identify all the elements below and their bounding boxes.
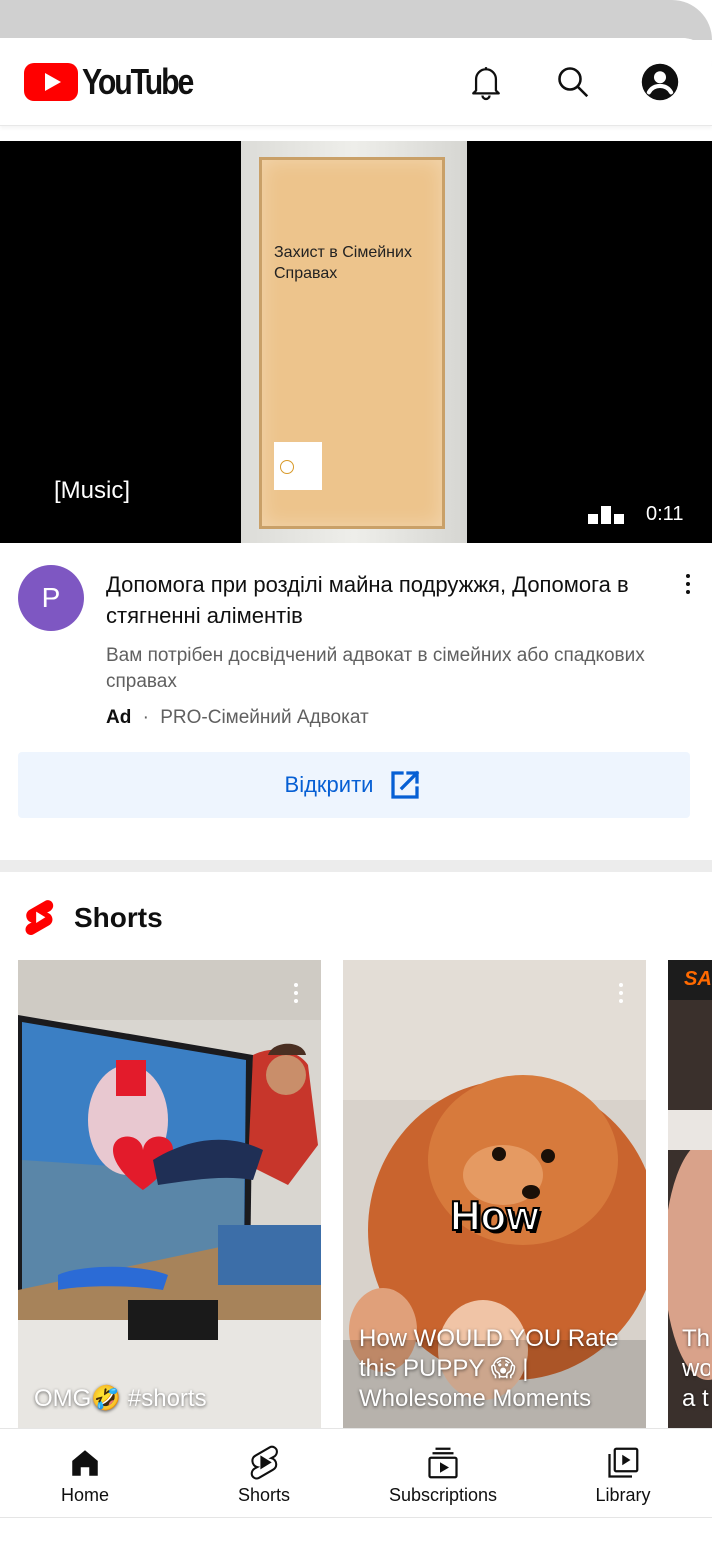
short-thumbnail — [18, 960, 321, 1428]
home-icon — [72, 1449, 98, 1476]
short-card[interactable]: SA Th wo a t — [668, 960, 712, 1428]
advertiser-name: PRO-Сімейний Адвокат — [160, 707, 369, 728]
short-title: OMG🤣 #shorts — [34, 1385, 207, 1412]
shorts-shelf-header: Shorts — [22, 898, 163, 938]
bottom-navigation: Home Shorts Subscriptions Library — [0, 1428, 712, 1518]
nav-subscriptions[interactable]: Subscriptions — [373, 1429, 513, 1517]
status-bar — [0, 0, 712, 40]
logo-text: YouTube — [82, 61, 194, 102]
search-button[interactable] — [551, 60, 595, 104]
video-caption: [Music] — [54, 477, 131, 504]
short-overlay-text: How — [449, 1191, 540, 1240]
nav-home[interactable]: Home — [15, 1429, 155, 1517]
app-frame: YouTube Захист в Сімейних Справах [Music… — [0, 38, 712, 1553]
external-link-icon — [391, 770, 420, 799]
ad-badge: Ad — [106, 707, 132, 728]
subscriptions-icon — [428, 1447, 458, 1478]
nav-shorts-label: Shorts — [237, 1484, 291, 1505]
ad-video-player[interactable]: Захист в Сімейних Справах [Music] 0:11 — [0, 141, 712, 543]
short-title: Th wo a t — [682, 1325, 710, 1412]
ad-meta: Ad · PRO-Сімейний Адвокат — [106, 707, 369, 729]
youtube-logo[interactable]: YouTube — [24, 61, 213, 102]
nav-subscriptions-label: Subscriptions — [388, 1484, 498, 1505]
shorts-logo-icon — [25, 900, 54, 936]
bell-icon — [472, 67, 500, 101]
ad-title[interactable]: Допомога при розділі майна подружжя, Доп… — [106, 569, 646, 631]
nav-library[interactable]: Library — [553, 1429, 693, 1517]
audio-bars-icon — [588, 506, 624, 524]
short-more-options-button[interactable] — [609, 978, 633, 1008]
meta-separator: · — [142, 707, 149, 728]
top-app-bar: YouTube — [0, 38, 712, 126]
shorts-title: Shorts — [74, 902, 163, 933]
video-poster: Захист в Сімейних Справах — [241, 141, 467, 543]
library-icon — [608, 1447, 639, 1478]
search-icon — [558, 67, 589, 98]
advertiser-avatar[interactable]: P — [18, 565, 84, 631]
open-button-label: Відкрити — [284, 772, 374, 797]
short-more-options-button[interactable] — [284, 978, 308, 1008]
open-ad-button[interactable]: Відкрити — [18, 752, 690, 818]
poster-card: Захист в Сімейних Справах — [259, 157, 445, 529]
play-logo-icon — [24, 63, 78, 101]
video-duration: 0:11 — [646, 503, 684, 525]
nav-home-label: Home — [60, 1484, 109, 1505]
ad-card: P Допомога при розділі майна подружжя, Д… — [0, 543, 712, 863]
nav-shorts[interactable]: Shorts — [194, 1429, 334, 1517]
section-divider — [0, 860, 712, 872]
short-title: How WOULD YOU Rate this PUPPY 😱 | Wholes… — [359, 1325, 619, 1412]
ad-more-options-button[interactable] — [676, 569, 700, 599]
poster-title: Захист в Сімейних Справах — [274, 244, 412, 282]
shorts-icon — [250, 1445, 278, 1479]
ad-description: Вам потрібен досвідчений адвокат в сімей… — [106, 645, 645, 692]
short-card[interactable]: OMG🤣 #shorts — [18, 960, 321, 1428]
account-icon — [641, 63, 679, 101]
short-badge-text: SA — [684, 968, 712, 990]
notifications-button[interactable] — [464, 60, 508, 104]
nav-library-label: Library — [595, 1484, 651, 1505]
advertiser-logo-image — [274, 442, 322, 490]
account-button[interactable] — [638, 60, 682, 104]
short-card[interactable]: How How WOULD YOU Rate this PUPPY 😱 | Wh… — [343, 960, 646, 1428]
